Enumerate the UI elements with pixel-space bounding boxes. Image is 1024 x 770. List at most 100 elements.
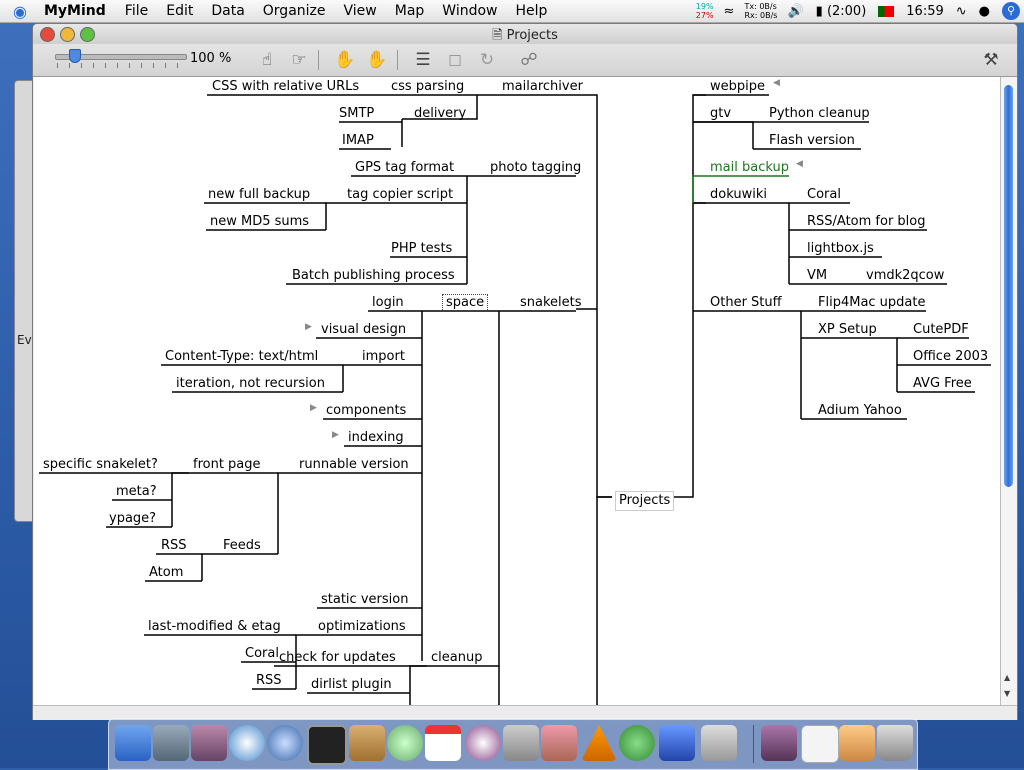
- tools-icon[interactable]: ⚒: [979, 48, 1003, 72]
- node-optimizations[interactable]: optimizations: [318, 619, 406, 635]
- node-snakelets[interactable]: snakelets: [520, 295, 582, 311]
- node-new-md5-sums[interactable]: new MD5 sums: [210, 214, 309, 230]
- scrollbar-thumb[interactable]: [1004, 85, 1013, 487]
- net-monitor[interactable]: Tx: 0B/s Rx: 0B/s: [740, 2, 781, 20]
- node-flash-version[interactable]: Flash version: [769, 133, 855, 149]
- node-xp-setup[interactable]: XP Setup: [818, 322, 877, 338]
- node-lightbox[interactable]: lightbox.js: [807, 241, 874, 257]
- menu-file[interactable]: File: [116, 3, 157, 19]
- connector-icon[interactable]: ◻: [443, 48, 467, 72]
- finder-icon[interactable]: [115, 725, 151, 761]
- mind-map-canvas[interactable]: mailarchiver css parsing CSS with relati…: [34, 77, 1000, 705]
- node-content-type[interactable]: Content-Type: text/html: [165, 349, 318, 365]
- node-tag-copier-script[interactable]: tag copier script: [347, 187, 453, 203]
- node-ypage[interactable]: ypage?: [109, 511, 156, 527]
- node-vm[interactable]: VM: [807, 268, 827, 284]
- node-imap[interactable]: IMAP: [342, 133, 374, 149]
- menu-map[interactable]: Map: [386, 3, 434, 19]
- node-static-version[interactable]: static version: [321, 592, 408, 608]
- vertical-scrollbar[interactable]: ▲ ▼: [1000, 77, 1017, 705]
- green-guy-icon[interactable]: [619, 725, 655, 761]
- node-check-updates[interactable]: check for updates: [279, 650, 396, 666]
- menu-help[interactable]: Help: [507, 3, 557, 19]
- mymind-icon[interactable]: [191, 725, 227, 761]
- node-iteration[interactable]: iteration, not recursion: [176, 376, 325, 392]
- battery-status[interactable]: ▮ (2:00): [810, 4, 873, 19]
- node-components[interactable]: components: [326, 403, 406, 419]
- project-file-icon[interactable]: [761, 725, 797, 761]
- node-gps-tag-format[interactable]: GPS tag format: [355, 160, 454, 176]
- node-delivery[interactable]: delivery: [414, 106, 466, 122]
- node-dirlist-plugin[interactable]: dirlist plugin: [311, 677, 392, 693]
- menu-data[interactable]: Data: [202, 3, 253, 19]
- collapsed-triangle-icon[interactable]: ▶: [310, 403, 317, 413]
- node-indexing[interactable]: indexing: [348, 430, 404, 446]
- node-login[interactable]: login: [372, 295, 404, 311]
- node-space[interactable]: space: [442, 294, 489, 312]
- node-cleanup[interactable]: cleanup: [431, 650, 482, 666]
- cpu-meter[interactable]: 19% 27%: [692, 2, 718, 20]
- window-titlebar[interactable]: 🗎 Projects: [33, 24, 1017, 44]
- node-smtp[interactable]: SMTP: [339, 106, 374, 122]
- itunes-icon[interactable]: [387, 725, 423, 761]
- node-flip4mac[interactable]: Flip4Mac update: [818, 295, 926, 311]
- iphoto-icon[interactable]: [541, 725, 577, 761]
- node-import[interactable]: import: [362, 349, 405, 365]
- adium-icon[interactable]: [465, 725, 501, 761]
- vlc-icon[interactable]: [581, 725, 617, 761]
- menu-edit[interactable]: Edit: [157, 3, 202, 19]
- home-icon[interactable]: [839, 725, 875, 761]
- node-front-page[interactable]: front page: [193, 457, 261, 473]
- collapsed-triangle-icon[interactable]: ◀: [796, 159, 803, 169]
- list-icon[interactable]: ☰: [411, 48, 435, 72]
- address-book-icon[interactable]: [349, 725, 385, 761]
- node-vmdk2qcow[interactable]: vmdk2qcow: [866, 268, 944, 284]
- node-rss-atom-blog[interactable]: RSS/Atom for blog: [807, 214, 926, 230]
- volume-icon[interactable]: 🔊: [781, 4, 809, 19]
- system-prefs-icon[interactable]: [503, 725, 539, 761]
- scroll-up-icon[interactable]: ▲: [1004, 673, 1010, 682]
- node-coral-right[interactable]: Coral: [807, 187, 841, 203]
- menu-clock[interactable]: 16:59: [900, 4, 949, 19]
- hand-app-icon[interactable]: [701, 725, 737, 761]
- node-adium-yahoo[interactable]: Adium Yahoo: [818, 403, 902, 419]
- menu-view[interactable]: View: [335, 3, 386, 19]
- hand-select-icon[interactable]: ☞: [287, 48, 311, 72]
- node-atom[interactable]: Atom: [149, 565, 183, 581]
- node-root-projects[interactable]: Projects: [615, 491, 675, 511]
- display-icon[interactable]: [659, 725, 695, 761]
- node-new-full-backup[interactable]: new full backup: [208, 187, 310, 203]
- globe-dropdown-icon[interactable]: ☍: [517, 48, 541, 72]
- scroll-down-icon[interactable]: ▼: [1004, 689, 1010, 698]
- node-meta[interactable]: meta?: [116, 484, 157, 500]
- node-office-2003[interactable]: Office 2003: [913, 349, 988, 365]
- node-batch-publishing[interactable]: Batch publishing process: [292, 268, 455, 284]
- node-cutepdf[interactable]: CutePDF: [913, 322, 969, 338]
- node-rss-2[interactable]: RSS: [256, 673, 282, 689]
- spotlight-icon[interactable]: ⚲: [1002, 2, 1020, 20]
- node-php-tests[interactable]: PHP tests: [391, 241, 452, 257]
- ical-icon[interactable]: [425, 725, 461, 761]
- node-dokuwiki[interactable]: dokuwiki: [710, 187, 767, 203]
- node-avg-free[interactable]: AVG Free: [913, 376, 972, 392]
- collapsed-triangle-icon[interactable]: ◀: [773, 78, 780, 88]
- node-specific-snakelet[interactable]: specific snakelet?: [43, 457, 158, 473]
- input-flag-icon[interactable]: [878, 5, 895, 17]
- activity-icon[interactable]: ∿: [950, 4, 973, 19]
- node-mail-backup[interactable]: mail backup: [710, 160, 789, 176]
- node-coral[interactable]: Coral: [245, 646, 279, 662]
- node-css-relative-urls[interactable]: CSS with relative URLs: [212, 79, 359, 95]
- refresh-icon[interactable]: ↻: [475, 48, 499, 72]
- collapsed-triangle-icon[interactable]: ▶: [332, 430, 339, 440]
- safari-icon[interactable]: [229, 725, 265, 761]
- node-css-parsing[interactable]: css parsing: [391, 79, 464, 95]
- mail-icon[interactable]: [153, 725, 189, 761]
- trash-icon[interactable]: [877, 725, 913, 761]
- wifi-icon[interactable]: ≈: [718, 4, 741, 19]
- hand-point-icon[interactable]: ☝: [255, 48, 279, 72]
- node-visual-design[interactable]: visual design: [321, 322, 406, 338]
- node-mailarchiver[interactable]: mailarchiver: [502, 79, 583, 95]
- node-photo-tagging[interactable]: photo tagging: [490, 160, 581, 176]
- node-webpipe[interactable]: webpipe: [710, 79, 765, 95]
- network-icon[interactable]: [267, 725, 303, 761]
